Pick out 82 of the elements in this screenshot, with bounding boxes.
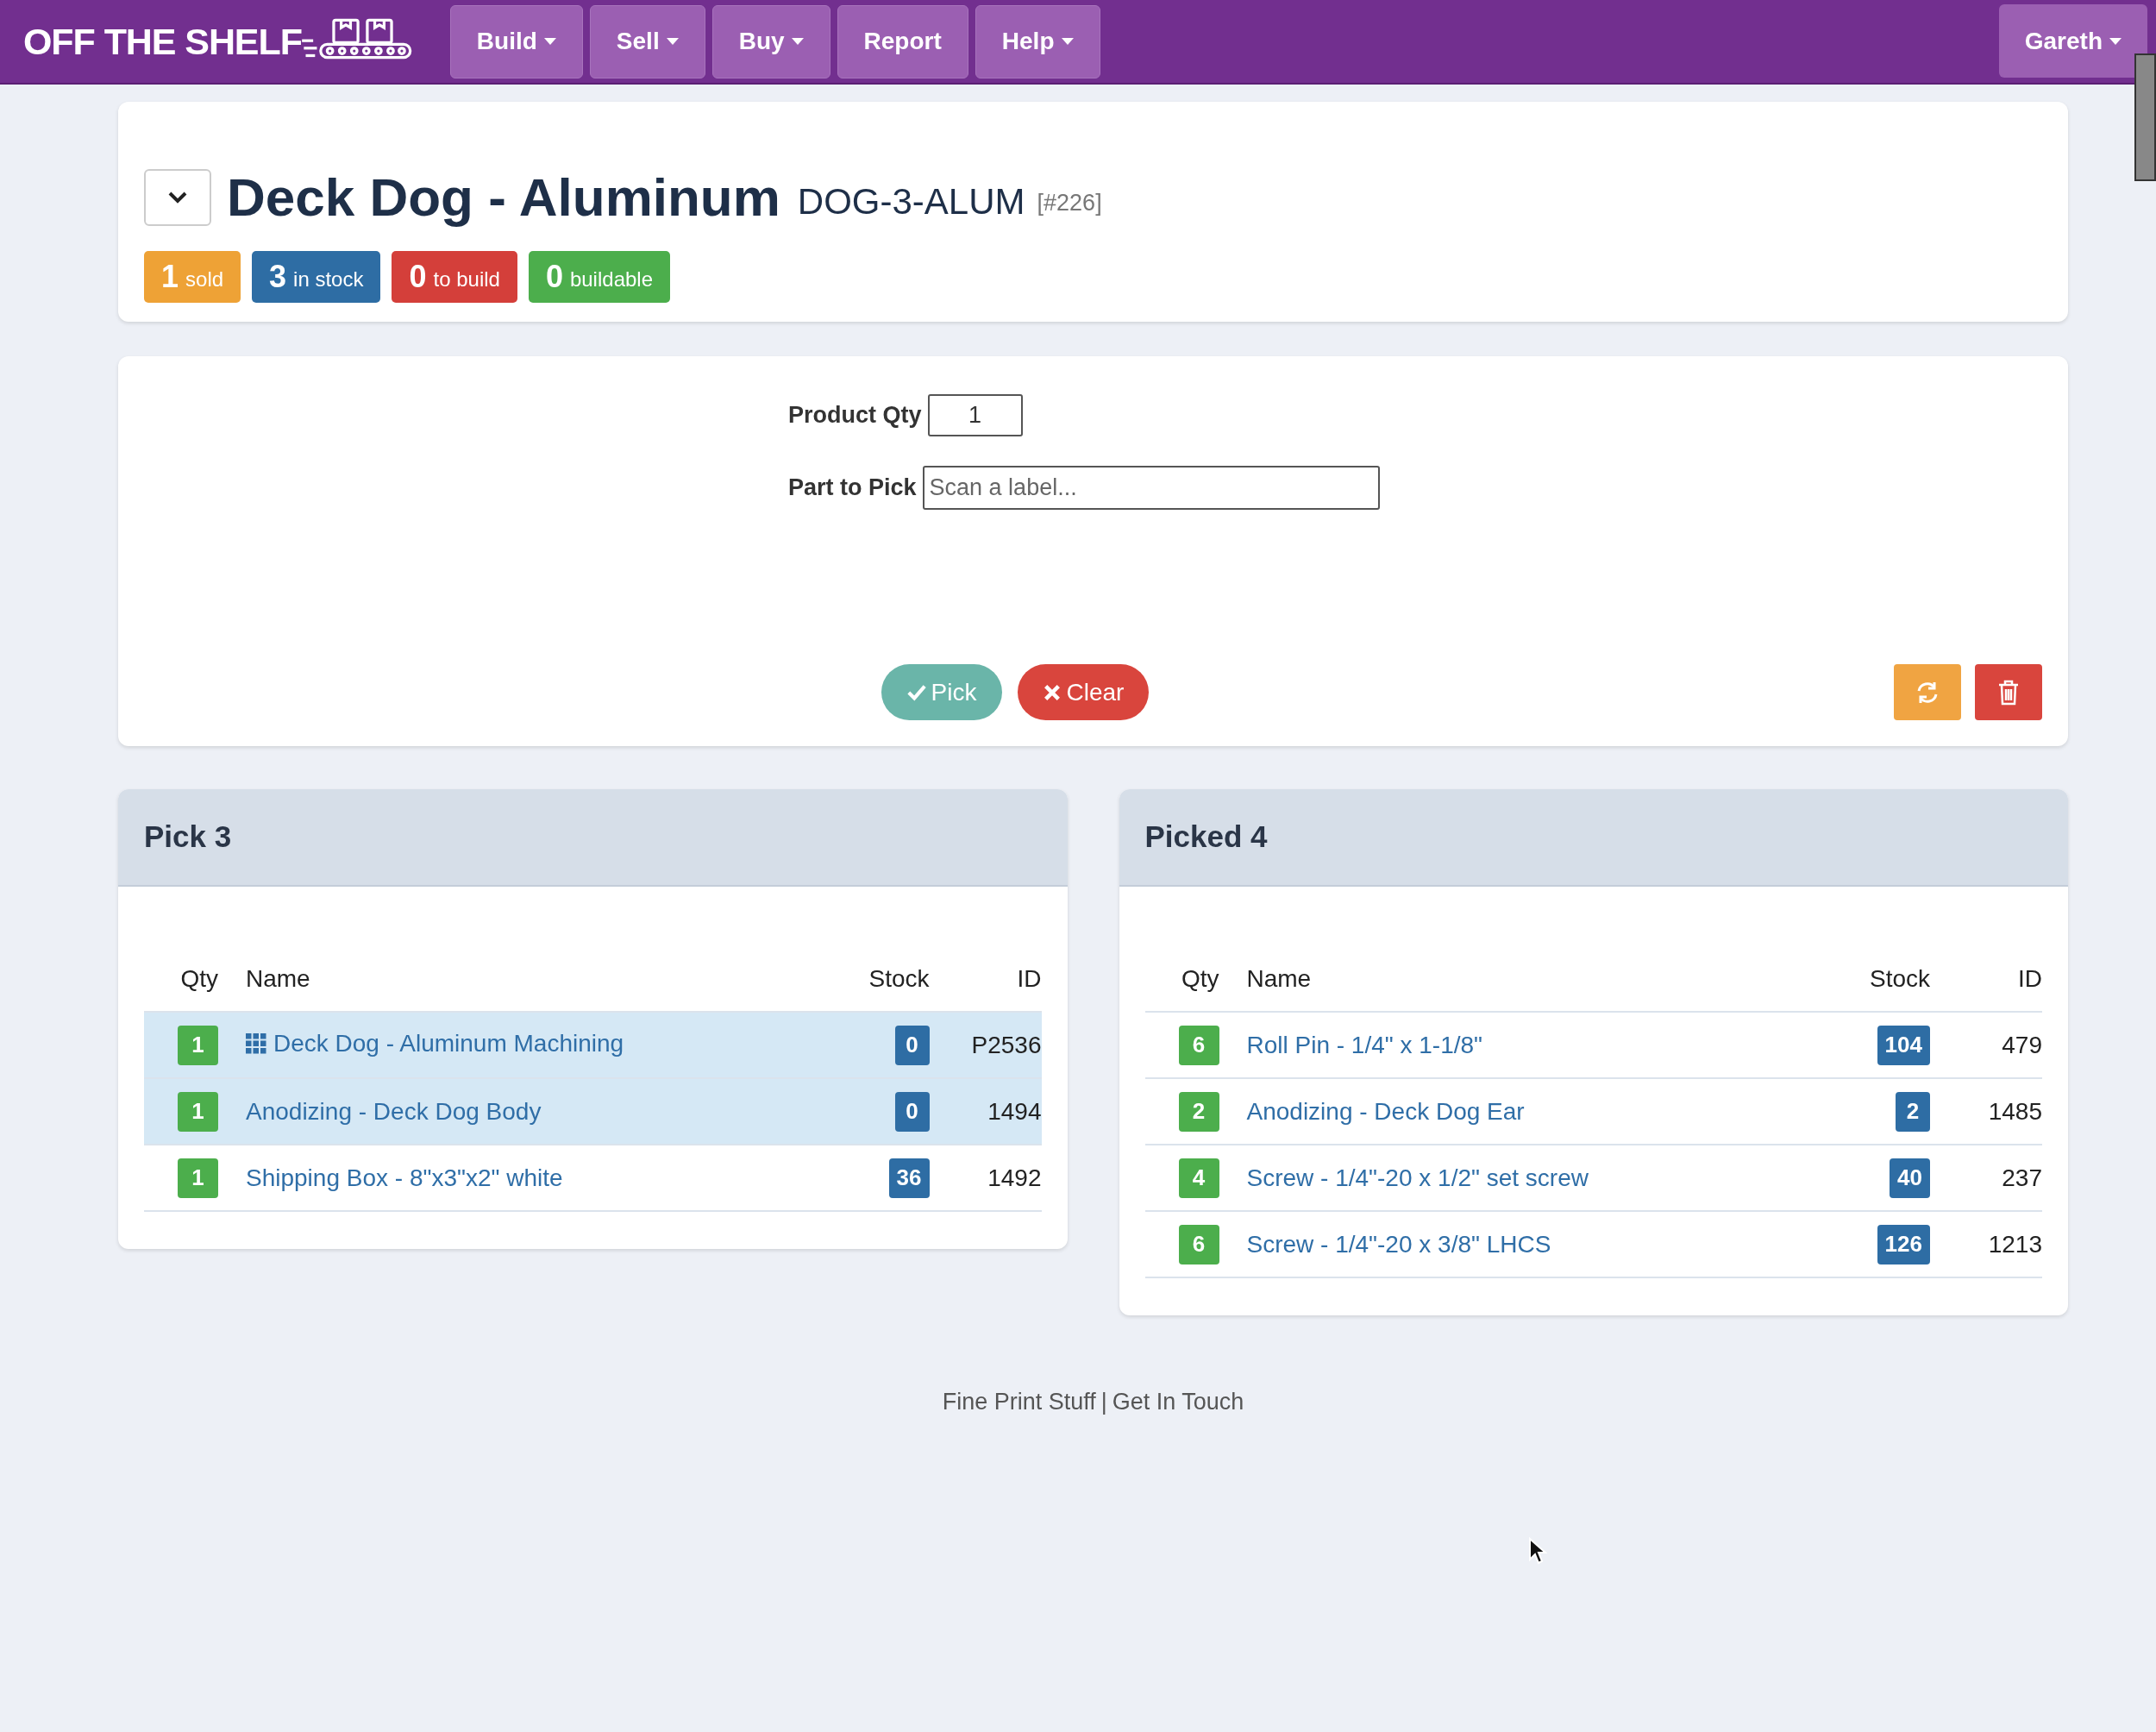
item-link[interactable]: Roll Pin - 1/4" x 1-1/8" bbox=[1246, 1026, 1483, 1064]
item-link[interactable]: Shipping Box - 8"x3"x2" white bbox=[246, 1159, 563, 1196]
column-header: Name bbox=[222, 961, 809, 1012]
column-header: ID bbox=[929, 961, 1042, 1012]
item-link[interactable]: Screw - 1/4"-20 x 3/8" LHCS bbox=[1246, 1226, 1551, 1263]
qty-badge: 6 bbox=[1178, 1224, 1219, 1264]
qty-badge: 2 bbox=[1178, 1091, 1219, 1132]
table-row[interactable]: 6 Roll Pin - 1/4" x 1-1/8" 104 479 bbox=[1144, 1012, 2042, 1078]
id-cell: 1494 bbox=[929, 1078, 1042, 1145]
id-cell: 1492 bbox=[929, 1145, 1042, 1211]
checkmark-icon bbox=[906, 682, 926, 702]
column-header: ID bbox=[1930, 961, 2042, 1012]
footer-link[interactable]: Fine Print Stuff bbox=[942, 1384, 1096, 1420]
column-header: Qty bbox=[1144, 961, 1223, 1012]
collapse-button[interactable] bbox=[144, 168, 211, 226]
status-badge: 0 buildable bbox=[528, 251, 670, 303]
table-row[interactable]: 1 Deck Dog - Aluminum Machining 0 P2536 bbox=[144, 1012, 1042, 1078]
table-row[interactable]: 4 Screw - 1/4"-20 x 1/2" set screw 40 237 bbox=[1144, 1145, 2042, 1211]
caret-icon bbox=[666, 38, 679, 45]
table-row[interactable]: 6 Screw - 1/4"-20 x 3/8" LHCS 126 1213 bbox=[1144, 1211, 2042, 1277]
chevron-down-icon bbox=[167, 190, 188, 204]
column-header: Stock bbox=[1809, 961, 1930, 1012]
stock-badge: 0 bbox=[894, 1025, 930, 1065]
column-header: Stock bbox=[808, 961, 930, 1012]
footer-link[interactable]: Get In Touch bbox=[1112, 1384, 1244, 1420]
card-title: Pick 3 bbox=[144, 819, 232, 856]
stock-badge: 2 bbox=[1896, 1091, 1930, 1132]
stock-badge: 40 bbox=[1890, 1158, 1930, 1198]
stock-badge: 126 bbox=[1877, 1224, 1930, 1264]
table-row[interactable]: 1 Anodizing - Deck Dog Body 0 1494 bbox=[144, 1078, 1042, 1145]
item-link[interactable]: Deck Dog - Aluminum Machining bbox=[273, 1026, 624, 1062]
user-menu[interactable]: Gareth bbox=[1998, 4, 2147, 78]
logo-text[interactable]: OFF THE SHELF bbox=[23, 13, 302, 70]
refresh-icon bbox=[1915, 680, 1940, 705]
qty-badge: 6 bbox=[1178, 1025, 1219, 1065]
column-header: Name bbox=[1222, 961, 1809, 1012]
id-cell: 1213 bbox=[1930, 1211, 2042, 1277]
nav-menu-button[interactable]: Buy bbox=[711, 4, 830, 78]
clear-button[interactable]: Clear bbox=[1018, 664, 1149, 720]
part-to-pick-input[interactable]: Scan a label... bbox=[922, 466, 1380, 510]
nav-menu-button[interactable]: Report bbox=[837, 4, 968, 78]
separator-text: | bbox=[1100, 1388, 1107, 1416]
stock-badge: 0 bbox=[894, 1091, 930, 1132]
caret-icon bbox=[1061, 38, 1074, 45]
stock-badge: 36 bbox=[888, 1158, 930, 1198]
field-label: Product Qty bbox=[788, 401, 922, 430]
nav-menu-button[interactable]: Build bbox=[449, 4, 583, 78]
qty-badge: 1 bbox=[178, 1158, 218, 1198]
status-badge: 3 in stock bbox=[252, 251, 381, 303]
table-row[interactable]: 2 Anodizing - Deck Dog Ear 2 1485 bbox=[1144, 1078, 2042, 1145]
caret-icon bbox=[543, 38, 556, 45]
item-link[interactable]: Anodizing - Deck Dog Body bbox=[246, 1093, 542, 1130]
close-icon bbox=[1042, 682, 1062, 702]
product-title: Deck Dog - Aluminum bbox=[227, 166, 780, 229]
field-label: Part to Pick bbox=[788, 474, 917, 503]
item-link[interactable]: Anodizing - Deck Dog Ear bbox=[1246, 1093, 1525, 1130]
id-cell: P2536 bbox=[929, 1012, 1042, 1078]
card-title: Picked 4 bbox=[1144, 819, 1268, 856]
nav-menu-button[interactable]: Sell bbox=[589, 4, 705, 78]
table-row[interactable]: 1 Shipping Box - 8"x3"x2" white 36 1492 bbox=[144, 1145, 1042, 1211]
status-badge: 1 sold bbox=[144, 251, 241, 303]
trash-icon bbox=[1998, 679, 2019, 706]
column-header: Qty bbox=[144, 961, 222, 1012]
id-cell: 479 bbox=[1930, 1012, 2042, 1078]
id-cell: 1485 bbox=[1930, 1078, 2042, 1145]
item-link[interactable]: Screw - 1/4"-20 x 1/2" set screw bbox=[1246, 1159, 1589, 1196]
id-cell: 237 bbox=[1930, 1145, 2042, 1211]
product-id: [#226] bbox=[1037, 189, 1102, 218]
caret-icon bbox=[2109, 37, 2122, 45]
qty-badge: 4 bbox=[1178, 1158, 1219, 1198]
qty-badge: 1 bbox=[178, 1025, 218, 1065]
refresh-button[interactable] bbox=[1894, 664, 1961, 720]
caret-icon bbox=[791, 38, 804, 45]
delete-button[interactable] bbox=[1975, 664, 2042, 720]
qty-badge: 1 bbox=[178, 1091, 218, 1132]
stock-badge: 104 bbox=[1877, 1025, 1930, 1065]
nav-menu-button[interactable]: Help bbox=[975, 4, 1100, 78]
mouse-cursor-icon bbox=[1528, 1537, 1547, 1565]
grid-icon bbox=[246, 1033, 266, 1054]
status-badge: 0 to build bbox=[392, 251, 517, 303]
product-qty-input[interactable]: 1 bbox=[927, 394, 1023, 436]
product-sku: DOG-3-ALUM bbox=[797, 180, 1025, 223]
